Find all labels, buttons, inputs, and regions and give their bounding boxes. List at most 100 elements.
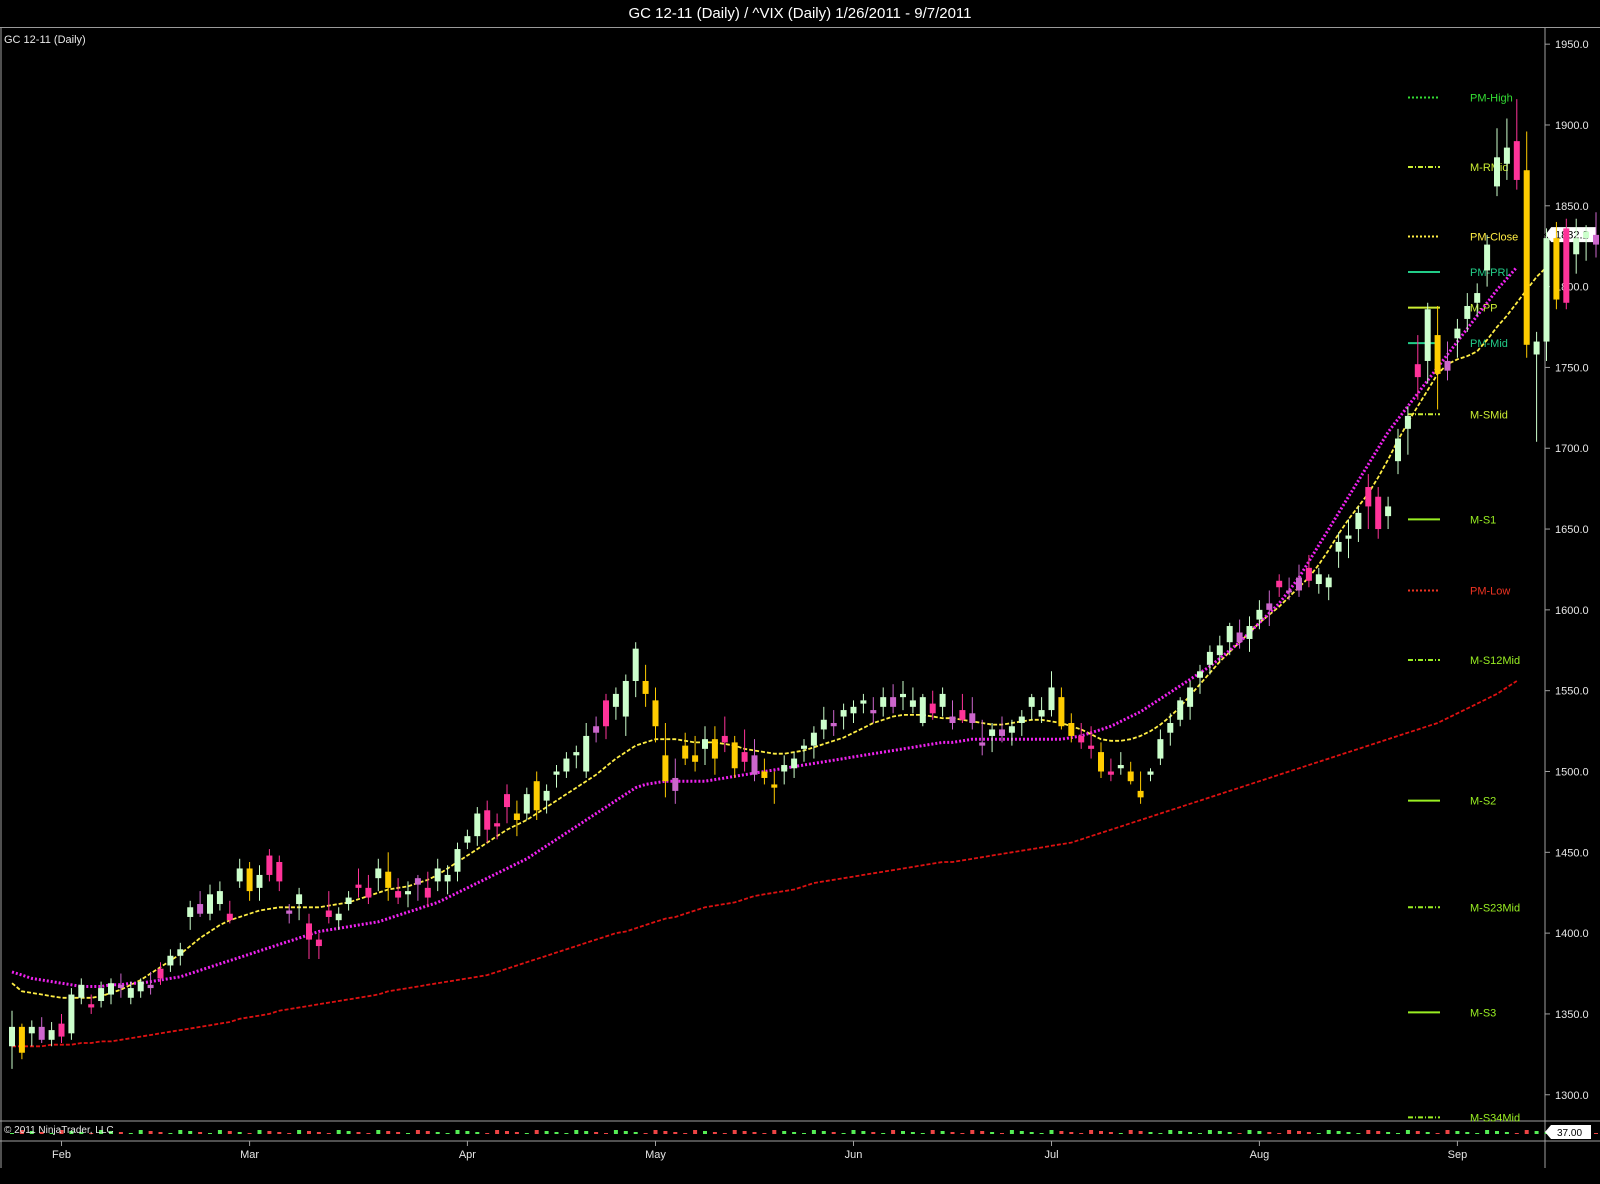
candle-body [513, 813, 520, 820]
lower-panel-bar [118, 1132, 123, 1134]
lower-panel-bar [455, 1130, 460, 1134]
lower-panel-bar [406, 1133, 410, 1134]
lower-panel-bar [1415, 1131, 1420, 1134]
candle-body [563, 758, 570, 772]
x-tick-label: May [645, 1149, 666, 1161]
lower-panel-bar [425, 1131, 430, 1134]
candle-body [1296, 577, 1302, 591]
candle-body [1246, 626, 1253, 639]
lower-panel-bar [386, 1131, 391, 1134]
candle-body [78, 984, 85, 998]
candle-body [1315, 574, 1322, 585]
candle-body [1414, 364, 1421, 378]
candle-body [216, 891, 223, 905]
lower-panel-bar [1000, 1133, 1004, 1134]
lower-panel-bar [316, 1132, 321, 1134]
candle-body [504, 794, 510, 808]
lower-panel-bar [623, 1131, 628, 1134]
candle-body [1513, 141, 1520, 180]
candle-body [1266, 603, 1273, 610]
candle-body [642, 680, 649, 694]
lower-panel-bar [901, 1131, 905, 1134]
lower-panel-bar [604, 1133, 608, 1134]
lower-panel-bar [1445, 1130, 1450, 1134]
lower-panel-bar [1039, 1133, 1044, 1134]
candle-body [1276, 580, 1283, 588]
candle-body [692, 755, 699, 762]
candle-body [38, 1026, 45, 1040]
candle-body [1117, 765, 1124, 769]
lower-panel-bar [485, 1133, 490, 1134]
x-tick-label: Jul [1044, 1149, 1058, 1161]
candle-body [345, 897, 352, 905]
lower-panel-bar [990, 1132, 995, 1134]
candle-body [1533, 341, 1540, 355]
lower-panel-bar [821, 1131, 826, 1134]
lower-panel-bar [772, 1130, 777, 1134]
candle-body [157, 968, 164, 979]
lower-panel-bar [1198, 1133, 1202, 1134]
candle-body [1553, 238, 1560, 300]
candle-body [1424, 309, 1431, 361]
lower-panel-bar [960, 1133, 965, 1134]
pivot-label: M-S2 [1470, 796, 1496, 808]
lower-panel-bar [643, 1133, 648, 1134]
candle-body [28, 1026, 35, 1034]
price-chart[interactable]: 1300.0 1350.0 1400.0 1450.0 1500.0 1550.0 1600… [0, 28, 1600, 1184]
candle-body [187, 907, 194, 917]
candle-body [1167, 723, 1174, 733]
window-title: GC 12-11 (Daily) / ^VIX (Daily) 1/26/201… [0, 0, 1600, 28]
candle-body [256, 874, 263, 888]
lower-panel-bar [514, 1132, 519, 1134]
lower-panel-bar [663, 1131, 668, 1134]
candle-body [177, 949, 184, 956]
candle-body [1503, 147, 1510, 164]
candle-body [1147, 771, 1154, 775]
lower-panel-bar [792, 1132, 797, 1134]
lower-panel-bar [1257, 1131, 1262, 1134]
lower-panel-bar [1158, 1133, 1163, 1134]
candle-body [850, 706, 857, 714]
candle-body [593, 726, 600, 733]
lower-panel-bar [1435, 1133, 1440, 1134]
candle-body [761, 771, 768, 778]
lower-panel-bar [1425, 1132, 1430, 1134]
lower-panel-bar [1485, 1130, 1490, 1134]
candle-body [1206, 651, 1213, 665]
candle-body [830, 723, 837, 727]
lower-panel-bar [891, 1130, 896, 1134]
lower-panel-bar [465, 1131, 470, 1134]
candle-body [652, 700, 659, 727]
y-tick-label: 1950.0 [1555, 39, 1589, 51]
lower-panel-bar [1099, 1131, 1103, 1134]
lower-panel-bar [158, 1132, 163, 1134]
candle-body [1593, 234, 1599, 245]
y-tick-label: 1350.0 [1555, 1009, 1589, 1021]
pivot-label: M-S34Mid [1470, 1112, 1520, 1124]
candle-body [1335, 541, 1342, 552]
lower-panel-bar [970, 1130, 975, 1134]
candle-body [791, 758, 798, 769]
candle-body [553, 771, 560, 775]
lower-panel-bar [1138, 1131, 1143, 1134]
x-tick-label: Aug [1250, 1149, 1270, 1161]
candle-body [1573, 238, 1580, 255]
y-tick-label: 1400.0 [1555, 928, 1589, 940]
candle-body [405, 891, 411, 895]
pivot-label: M-S23Mid [1470, 902, 1520, 914]
lower-panel-bar [1188, 1132, 1193, 1134]
candle-body [1177, 700, 1184, 720]
candle-body [662, 755, 669, 782]
candle-body [880, 697, 887, 707]
lower-panel-bar [811, 1130, 816, 1134]
lower-panel-bar [227, 1131, 232, 1134]
lower-panel-bar [673, 1132, 678, 1134]
pivot-label: M-SMid [1470, 409, 1508, 421]
candle-body [108, 983, 114, 995]
lower-panel-bar [1148, 1132, 1153, 1134]
lower-panel-bar [1514, 1133, 1519, 1134]
pivot-label: M-RMid [1470, 162, 1509, 174]
candle-body [88, 1004, 95, 1008]
y-tick-label: 1550.0 [1555, 686, 1589, 698]
candle-body [325, 910, 332, 917]
